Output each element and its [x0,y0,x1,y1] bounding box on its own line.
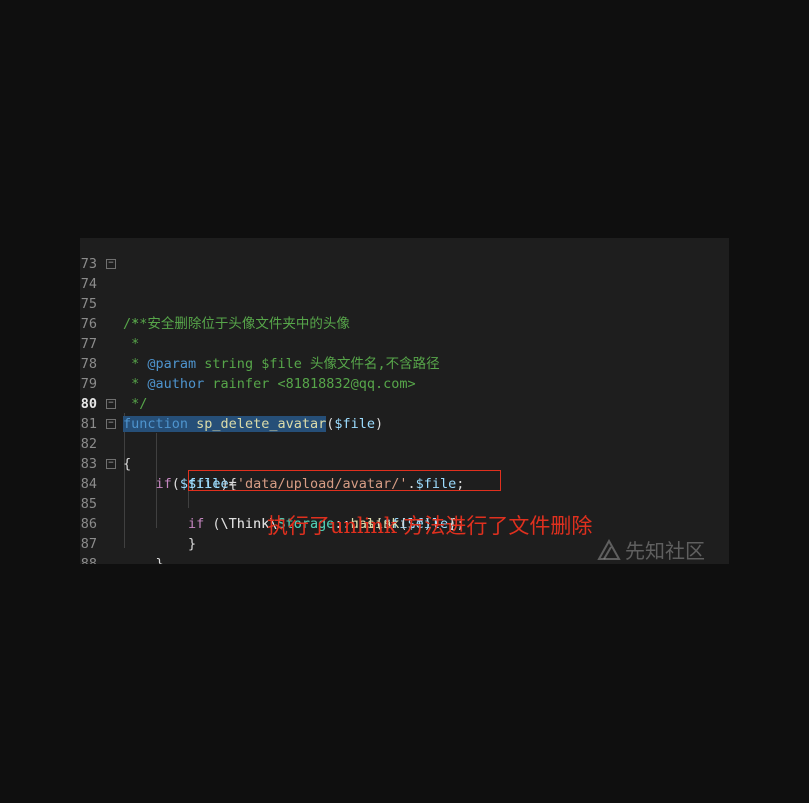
code-line: 82 − if($file){ [80,414,729,493]
code-line: 79 */ [80,354,729,412]
fold-toggle-icon[interactable]: − [106,399,116,409]
code-line: 83 $file='data/upload/avatar/'.$file; [80,434,729,492]
watermark-text: 先知社区 [625,539,705,563]
code-line: 75 * 安全删除位于头像文件夹中的头像 [80,274,729,332]
annotation-text: 执行了unlink 方法进行了文件删除 [267,514,593,538]
watermark: 先知社区 [597,535,705,564]
code-line: 78 * @author rainfer <81818832@qq.com> [80,334,729,392]
code-line: 81 − { [80,394,729,473]
code-editor[interactable]: 73 74 − /** 75 * 安全删除位于头像文件夹中的头像 76 * 77… [80,238,729,564]
watermark-logo-icon [597,538,621,560]
fold-toggle-icon[interactable]: − [106,459,116,469]
code-line-current: 80 function sp_delete_avatar($file) [80,374,729,432]
code-line: 77 * @param string $file 头像文件名,不含路径 [80,314,729,372]
fold-toggle-icon[interactable]: − [106,259,116,269]
fold-toggle-icon[interactable]: − [106,419,116,429]
code-line: 76 * [80,294,729,352]
highlight-box [188,470,501,491]
code-line: 73 [80,238,729,272]
code-line: 74 − /** [80,254,729,333]
